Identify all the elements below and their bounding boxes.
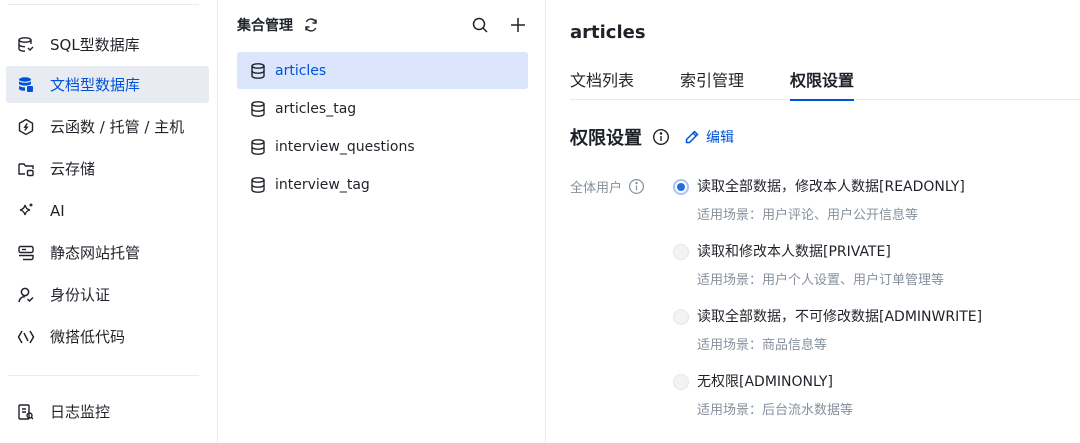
refresh-icon[interactable]: [303, 17, 319, 33]
sidebar-item-log-monitor[interactable]: 日志监控: [6, 393, 209, 430]
cloud-storage-icon: [16, 159, 36, 179]
option-label: 读取和修改本人数据[PRIVATE]: [697, 244, 891, 260]
permission-target-label: 全体用户: [570, 177, 645, 196]
collection-item-articles-tag[interactable]: articles_tag: [237, 90, 528, 127]
tab-permission-settings[interactable]: 权限设置: [790, 70, 855, 101]
collections-panel: 集合管理 articles articles_tag interview_que…: [219, 0, 546, 443]
static-hosting-icon: [16, 243, 36, 263]
sidebar-item-lowcode[interactable]: 微搭低代码: [6, 318, 209, 355]
collections-actions: [471, 16, 527, 34]
info-icon[interactable]: [652, 128, 670, 146]
identity-icon: [16, 285, 36, 305]
section-title: 权限设置: [570, 128, 642, 149]
all-users-label: 全体用户: [570, 181, 623, 196]
sidebar-item-cloud-storage[interactable]: 云存储: [6, 150, 209, 187]
radio-button[interactable]: [673, 374, 689, 390]
database-icon: [249, 62, 267, 80]
sidebar-item-static-hosting[interactable]: 静态网站托管: [6, 234, 209, 271]
sidebar-item-ai[interactable]: AI: [6, 192, 209, 229]
database-icon: [249, 176, 267, 194]
cloud-function-icon: [16, 117, 36, 137]
collection-label: interview_questions: [275, 138, 415, 155]
collection-label: interview_tag: [275, 176, 370, 193]
radio-button[interactable]: [673, 244, 689, 260]
option-description: 适用场景：用户评论、用户公开信息等: [697, 208, 919, 223]
search-icon[interactable]: [471, 16, 489, 34]
sidebar-item-cloud-function[interactable]: 云函数 / 托管 / 主机: [6, 108, 209, 145]
sidebar-item-doc-db[interactable]: 文档型数据库: [6, 66, 209, 103]
doc-db-icon: [16, 75, 36, 95]
collection-label: articles: [275, 62, 327, 79]
sidebar-item-label: AI: [50, 201, 65, 220]
add-icon[interactable]: [509, 16, 527, 34]
log-monitor-icon: [16, 402, 36, 422]
radio-button[interactable]: [673, 309, 689, 325]
sql-db-icon: [16, 35, 36, 55]
permission-section-header: 权限设置 编辑: [570, 124, 734, 150]
sidebar: SQL型数据库 文档型数据库 云函数 / 托管 / 主机 云存储 AI 静态网站…: [0, 0, 218, 443]
edit-button[interactable]: 编辑: [684, 127, 734, 147]
sidebar-item-label: 静态网站托管: [50, 244, 141, 262]
tab-bar: 文档列表 索引管理 权限设置: [570, 70, 1080, 101]
page-title: articles: [570, 22, 646, 43]
collection-item-interview-questions[interactable]: interview_questions: [237, 128, 528, 165]
lowcode-icon: [16, 327, 36, 347]
sidebar-item-label: 云函数 / 托管 / 主机: [50, 118, 185, 136]
sidebar-item-label: 微搭低代码: [50, 328, 126, 346]
collection-item-articles[interactable]: articles: [237, 52, 528, 89]
radio-button[interactable]: [673, 179, 689, 195]
option-description: 适用场景：用户个人设置、用户订单管理等: [697, 273, 945, 288]
option-label: 读取全部数据，修改本人数据[READONLY]: [697, 179, 965, 195]
sidebar-divider: [8, 375, 199, 376]
edit-label: 编辑: [706, 130, 734, 146]
collection-item-interview-tag[interactable]: interview_tag: [237, 166, 528, 203]
database-icon: [249, 138, 267, 156]
collections-title: 集合管理: [237, 18, 293, 34]
option-description: 适用场景：商品信息等: [697, 338, 828, 353]
option-description: 适用场景：后台流水数据等: [697, 403, 854, 418]
sidebar-item-identity[interactable]: 身份认证: [6, 276, 209, 313]
sidebar-item-label: 文档型数据库: [50, 76, 141, 94]
pencil-icon: [684, 129, 700, 145]
collections-header: 集合管理: [237, 12, 527, 38]
collections-list: articles articles_tag interview_question…: [237, 52, 528, 204]
main-panel: articles 文档列表 索引管理 权限设置 权限设置 编辑 全体用户 读取全…: [547, 0, 1080, 443]
info-icon[interactable]: [628, 178, 645, 195]
database-icon: [249, 100, 267, 118]
tab-document-list[interactable]: 文档列表: [570, 70, 634, 100]
option-label: 读取全部数据，不可修改数据[ADMINWRITE]: [697, 309, 983, 325]
sidebar-item-label: 云存储: [50, 160, 96, 178]
option-label: 无权限[ADMINONLY]: [697, 374, 833, 390]
collection-label: articles_tag: [275, 100, 357, 117]
sidebar-item-sql-db[interactable]: SQL型数据库: [6, 26, 209, 63]
ai-sparkle-icon: [16, 201, 36, 221]
sidebar-item-label: 身份认证: [50, 286, 111, 304]
tab-index-management[interactable]: 索引管理: [680, 70, 744, 100]
sidebar-top-divider: [8, 4, 199, 5]
sidebar-item-label: SQL型数据库: [50, 36, 140, 54]
sidebar-item-label: 日志监控: [50, 403, 111, 421]
